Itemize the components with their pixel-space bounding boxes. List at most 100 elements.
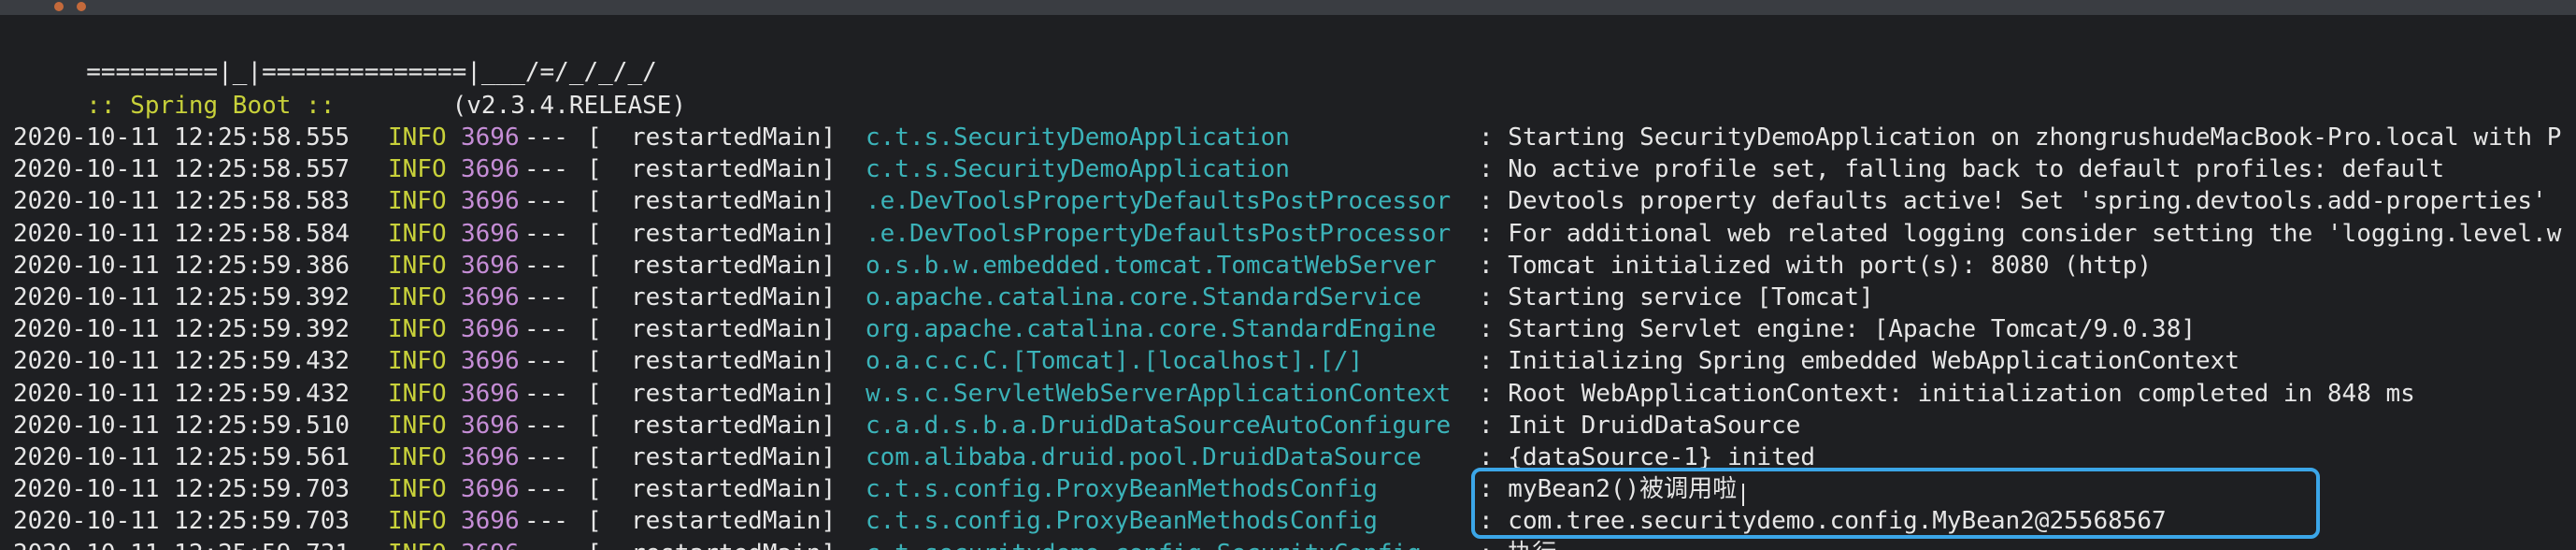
log-logger: c.a.d.s.b.a.DruidDataSourceAutoConfigure (866, 411, 1452, 440)
run-status-icon (54, 2, 64, 11)
log-separator: --- (524, 347, 568, 376)
log-line: 2020-10-11 12:25:59.432 INFO 3696 --- [ rest… (13, 378, 2576, 410)
log-level: INFO (388, 187, 447, 216)
log-thread: [ restartedMain] (587, 379, 837, 408)
log-logger: c.t.s.SecurityDemoApplication (866, 123, 1290, 152)
log-message: : Starting service [Tomcat] (1479, 283, 1874, 311)
log-message: : Starting SecurityDemoApplication on zh… (1479, 123, 2562, 152)
log-pid: 3696 (461, 315, 520, 344)
log-timestamp: 2020-10-11 12:25:59.561 (13, 443, 351, 471)
log-separator: --- (524, 379, 568, 408)
log-message: : Init DruidDataSource (1479, 411, 1801, 440)
log-thread: [ restartedMain] (587, 219, 837, 248)
log-separator: --- (524, 538, 568, 550)
log-message: : For additional web related logging con… (1479, 219, 2562, 248)
log-timestamp: 2020-10-11 12:25:59.703 (13, 507, 351, 536)
log-separator: --- (524, 123, 568, 152)
log-separator: --- (524, 219, 568, 248)
log-logger: o.a.c.c.C.[Tomcat].[localhost].[/] (866, 347, 1364, 376)
log-timestamp: 2020-10-11 12:25:59.510 (13, 411, 351, 440)
log-message: : 执行 (1479, 538, 1556, 550)
log-level: INFO (388, 443, 447, 471)
log-pid: 3696 (461, 283, 520, 311)
log-line: 2020-10-11 12:25:59.432 INFO 3696 --- [ rest… (13, 345, 2576, 377)
log-logger: c.t.s.config.ProxyBeanMethodsConfig (866, 507, 1378, 536)
log-thread: [ restartedMain] (587, 155, 837, 184)
log-line: 2020-10-11 12:25:59.386 INFO 3696 --- [ rest… (13, 250, 2576, 282)
run-status-icon-2 (77, 2, 86, 11)
log-separator: --- (524, 315, 568, 344)
log-logger: .e.DevToolsPropertyDefaultsPostProcessor (866, 187, 1452, 216)
log-separator: --- (524, 443, 568, 471)
log-pid: 3696 (461, 123, 520, 152)
log-line: 2020-10-11 12:25:59.510 INFO 3696 --- [ rest… (13, 410, 2576, 441)
log-logger: .e.DevToolsPropertyDefaultsPostProcessor (866, 219, 1452, 248)
log-pid: 3696 (461, 219, 520, 248)
log-level: INFO (388, 538, 447, 550)
log-pid: 3696 (461, 475, 520, 504)
log-timestamp: 2020-10-11 12:25:58.555 (13, 123, 351, 152)
log-timestamp: 2020-10-11 12:25:58.557 (13, 155, 351, 184)
log-thread: [ restartedMain] (587, 411, 837, 440)
log-timestamp: 2020-10-11 12:25:59.386 (13, 251, 351, 280)
log-level: INFO (388, 347, 447, 376)
log-separator: --- (524, 283, 568, 311)
log-separator: --- (524, 475, 568, 504)
log-line: 2020-10-11 12:25:58.555 INFO 3696 --- [ rest… (13, 122, 2576, 153)
log-line: 2020-10-11 12:25:58.583 INFO 3696 --- [ rest… (13, 185, 2576, 217)
log-thread: [ restartedMain] (587, 475, 837, 504)
log-message: : Initializing Spring embedded WebApplic… (1479, 347, 2240, 376)
spring-boot-label: :: Spring Boot :: (71, 92, 351, 120)
log-level: INFO (388, 315, 447, 344)
log-pid: 3696 (461, 347, 520, 376)
log-line: 2020-10-11 12:25:59.392 INFO 3696 --- [ rest… (13, 282, 2576, 313)
log-line: 2020-10-11 12:25:58.557 INFO 3696 --- [ rest… (13, 153, 2576, 185)
log-timestamp: 2020-10-11 12:25:59.432 (13, 347, 351, 376)
log-logger: w.s.c.ServletWebServerApplicationContext (866, 379, 1452, 408)
log-level: INFO (388, 411, 447, 440)
log-level: INFO (388, 283, 447, 311)
log-timestamp: 2020-10-11 12:25:59.392 (13, 315, 351, 344)
log-logger: c.t.s.SecurityDemoApplication (866, 155, 1290, 184)
log-line: 2020-10-11 12:25:59.392 INFO 3696 --- [ rest… (13, 313, 2576, 345)
log-pid: 3696 (461, 155, 520, 184)
log-level: INFO (388, 219, 447, 248)
log-level: INFO (388, 251, 447, 280)
banner-line: =========|_|==============|___/=/_/_/_/ (13, 24, 657, 86)
log-logger: com.alibaba.druid.pool.DruidDataSource (866, 443, 1422, 471)
log-thread: [ restartedMain] (587, 347, 837, 376)
log-pid: 3696 (461, 379, 520, 408)
log-thread: [ restartedMain] (587, 443, 837, 471)
log-thread: [ restartedMain] (587, 538, 836, 550)
log-line: 2020-10-11 12:25:59.731 INFO 3696 --- [ rest… (13, 538, 2576, 550)
log-thread: [ restartedMain] (587, 283, 837, 311)
log-timestamp: 2020-10-11 12:25:59.703 (13, 475, 351, 504)
log-message: : Root WebApplicationContext: initializa… (1479, 379, 2415, 408)
log-message: : Devtools property defaults active! Set… (1479, 187, 2547, 216)
log-pid: 3696 (461, 251, 520, 280)
log-line: 2020-10-11 12:25:58.584 INFO 3696 --- [ rest… (13, 218, 2576, 250)
log-message: : No active profile set, falling back to… (1479, 155, 2445, 184)
console-panel: =========|_|==============|___/=/_/_/_/ … (0, 0, 2576, 550)
log-level: INFO (388, 507, 447, 536)
log-pid: 3696 (461, 187, 520, 216)
log-level: INFO (388, 123, 447, 152)
spring-boot-version: (v2.3.4.RELEASE) (350, 92, 687, 120)
log-timestamp: 2020-10-11 12:25:59.392 (13, 283, 351, 311)
log-thread: [ restartedMain] (587, 315, 837, 344)
log-timestamp: 2020-10-11 12:25:58.583 (13, 187, 351, 216)
log-message: : Tomcat initialized with port(s): 8080 … (1479, 251, 2153, 280)
log-logger: o.s.b.w.embedded.tomcat.TomcatWebServer (866, 251, 1437, 280)
log-logger: org.apache.catalina.core.StandardEngine (866, 315, 1437, 344)
log-timestamp: 2020-10-11 12:25:59.731 (13, 538, 350, 550)
log-separator: --- (524, 155, 568, 184)
log-thread: [ restartedMain] (587, 123, 837, 152)
log-level: INFO (388, 155, 447, 184)
log-timestamp: 2020-10-11 12:25:59.432 (13, 379, 351, 408)
log-timestamp: 2020-10-11 12:25:58.584 (13, 219, 351, 248)
log-logger: o.apache.catalina.core.StandardService (866, 283, 1422, 311)
banner-spring-line: :: Spring Boot :: (v2.3.4.RELEASE) (13, 58, 686, 120)
console-tab-bar (0, 0, 2576, 15)
log-pid: 3696 (461, 507, 520, 536)
log-separator: --- (524, 411, 568, 440)
